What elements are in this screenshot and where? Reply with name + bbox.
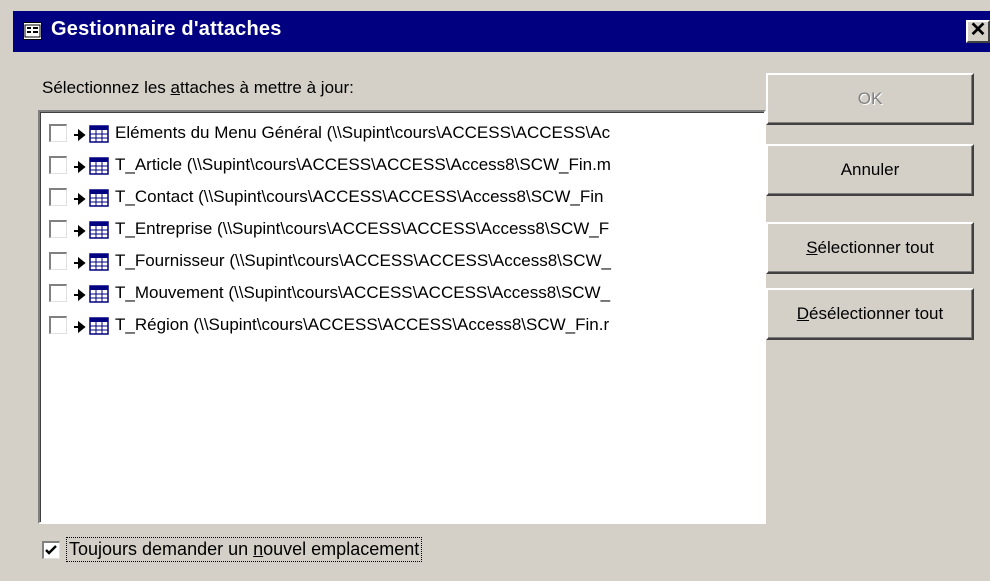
deselect-all-accelerator: D (796, 304, 810, 323)
list-item-label: T_Article (\\Supint\cours\ACCESS\ACCESS\… (115, 155, 611, 174)
list-item-checkbox[interactable] (49, 316, 67, 334)
always-prompt-checkbox[interactable] (42, 541, 60, 559)
checkmark-icon (45, 545, 57, 555)
prompt-text-start: Sélectionnez les (42, 78, 171, 97)
linked-tables-list[interactable]: Eléments du Menu Général (\\Supint\cours… (38, 110, 766, 524)
list-item-checkbox[interactable] (49, 284, 67, 302)
prompt-text-end: ttaches à mettre à jour: (180, 78, 354, 97)
link-arrow-icon (74, 289, 86, 301)
table-icon (89, 317, 109, 335)
linked-table-manager-dialog: Gestionnaire d'attaches ✕ Sélectionnez l… (0, 0, 990, 581)
list-item[interactable]: T_Contact (\\Supint\cours\ACCESS\ACCESS\… (49, 183, 764, 213)
list-item-label: T_Contact (\\Supint\cours\ACCESS\ACCESS\… (115, 187, 604, 206)
list-item[interactable]: Eléments du Menu Général (\\Supint\cours… (49, 119, 764, 149)
list-item[interactable]: T_Article (\\Supint\cours\ACCESS\ACCESS\… (49, 151, 764, 181)
form-icon (23, 22, 42, 40)
list-item-label: T_Mouvement (\\Supint\cours\ACCESS\ACCES… (115, 283, 611, 302)
always-prompt-label[interactable]: Toujours demander un nouvel emplacement (66, 537, 423, 562)
table-icon (89, 285, 109, 303)
link-arrow-icon (74, 129, 86, 141)
table-icon (89, 157, 109, 175)
table-icon (89, 125, 109, 143)
list-item-checkbox[interactable] (49, 156, 67, 174)
always-prompt-text-end: ouvel emplacement (263, 539, 420, 559)
deselect-all-label: ésélectionner tout (809, 304, 944, 323)
list-item-label: Eléments du Menu Général (\\Supint\cours… (115, 123, 611, 142)
table-icon (89, 253, 109, 271)
list-item[interactable]: T_Mouvement (\\Supint\cours\ACCESS\ACCES… (49, 279, 764, 309)
list-item-checkbox[interactable] (49, 124, 67, 142)
link-arrow-icon (74, 257, 86, 269)
cancel-button[interactable]: Annuler (766, 144, 974, 196)
list-item-checkbox[interactable] (49, 252, 67, 270)
list-item[interactable]: T_Région (\\Supint\cours\ACCESS\ACCESS\A… (49, 311, 764, 341)
list-item[interactable]: T_Entreprise (\\Supint\cours\ACCESS\ACCE… (49, 215, 764, 245)
list-item-checkbox[interactable] (49, 220, 67, 238)
list-item-checkbox[interactable] (49, 188, 67, 206)
select-all-button[interactable]: Sélectionner tout (766, 222, 974, 274)
prompt-accelerator: a (170, 78, 180, 97)
title-bar: Gestionnaire d'attaches ✕ (13, 11, 990, 52)
link-arrow-icon (74, 321, 86, 333)
list-item-label: T_Région (\\Supint\cours\ACCESS\ACCESS\A… (115, 315, 610, 334)
table-icon (89, 189, 109, 207)
table-icon (89, 221, 109, 239)
always-prompt-accelerator: n (253, 539, 264, 559)
close-icon: ✕ (969, 19, 987, 41)
list-item[interactable]: T_Fournisseur (\\Supint\cours\ACCESS\ACC… (49, 247, 764, 277)
list-item-label: T_Entreprise (\\Supint\cours\ACCESS\ACCE… (115, 219, 610, 238)
link-arrow-icon (74, 225, 86, 237)
list-item-label: T_Fournisseur (\\Supint\cours\ACCESS\ACC… (115, 251, 611, 270)
close-button[interactable]: ✕ (966, 20, 990, 43)
deselect-all-button[interactable]: Désélectionner tout (766, 288, 974, 340)
list-prompt-label: Sélectionnez les attaches à mettre à jou… (42, 78, 354, 98)
link-arrow-icon (74, 161, 86, 173)
always-prompt-text-start: Toujours demander un (69, 539, 254, 559)
select-all-label: électionner tout (817, 238, 934, 257)
ok-button[interactable]: OK (766, 73, 974, 125)
list-content: Eléments du Menu Général (\\Supint\cours… (40, 112, 764, 522)
select-all-accelerator: S (806, 238, 818, 257)
window-title: Gestionnaire d'attaches (51, 18, 282, 40)
link-arrow-icon (74, 193, 86, 205)
